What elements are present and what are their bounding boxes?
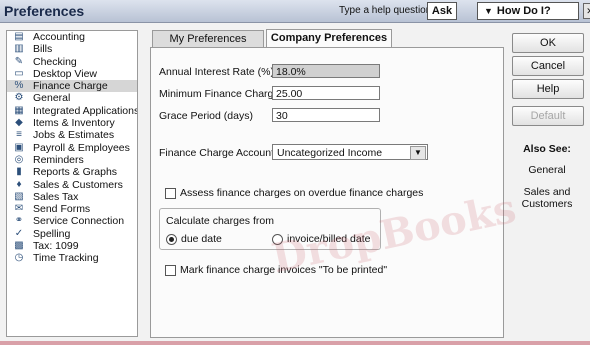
sidebar-item-sales-tax[interactable]: ▧ Sales Tax	[7, 191, 137, 203]
send-forms-icon: ✉	[14, 203, 24, 215]
sidebar-item-label: Spelling	[33, 227, 71, 240]
assess-finance-charges-label: Assess finance charges on overdue financ…	[180, 187, 424, 199]
sidebar-item-label: Time Tracking	[33, 252, 99, 265]
mark-to-be-printed-checkbox[interactable]	[165, 265, 176, 276]
sidebar-item-label: Integrated Applications	[33, 104, 138, 117]
grace-period-label: Grace Period (days)	[159, 110, 253, 122]
cancel-button[interactable]: Cancel	[512, 56, 584, 76]
reminders-icon: ◎	[14, 153, 24, 165]
annual-interest-rate-field[interactable]: 18.0%	[272, 64, 380, 78]
inventory-icon: ◆	[15, 117, 23, 129]
sidebar-item-label: Bills	[33, 43, 53, 56]
sidebar-item-accounting[interactable]: ▤ Accounting	[7, 31, 137, 43]
calculate-charges-label: Calculate charges from	[166, 215, 274, 227]
finance-charge-icon: %	[14, 80, 24, 92]
how-do-i-dropdown[interactable]: ▼ How Do I?	[477, 2, 579, 20]
help-button[interactable]: Help	[512, 79, 584, 99]
finance-charge-account-select[interactable]: Uncategorized Income ▼	[272, 144, 428, 160]
time-tracking-icon: ◷	[14, 252, 24, 264]
sidebar-item-time-tracking[interactable]: ◷ Time Tracking	[7, 252, 137, 264]
grace-period-field[interactable]: 30	[272, 108, 380, 122]
ok-button[interactable]: OK	[512, 33, 584, 53]
sidebar-item-items-inventory[interactable]: ◆ Items & Inventory	[7, 117, 137, 129]
sidebar-item-bills[interactable]: ▥ Bills	[7, 43, 137, 55]
sidebar-item-finance-charge[interactable]: % Finance Charge	[7, 80, 137, 93]
sidebar-item-reminders[interactable]: ◎ Reminders	[7, 154, 137, 166]
dropdown-arrow-icon: ▼	[484, 6, 493, 16]
sales-icon: ♦	[16, 178, 22, 190]
help-question-prompt: Type a help question	[339, 5, 432, 16]
sales-tax-icon: ▧	[14, 190, 24, 202]
tab-company-preferences[interactable]: Company Preferences	[266, 29, 392, 49]
payroll-icon: ▣	[14, 141, 24, 153]
sidebar-item-label: Sales Tax	[33, 190, 79, 203]
sidebar-item-label: Checking	[33, 55, 77, 68]
also-see-general-link[interactable]: General	[512, 164, 582, 176]
finance-charge-account-label: Finance Charge Account	[159, 147, 274, 159]
jobs-icon: ≡	[16, 129, 22, 141]
sidebar-item-send-forms[interactable]: ✉ Send Forms	[7, 203, 137, 215]
title-bar: Preferences Type a help question Ask ▼ Ho…	[0, 0, 590, 23]
sidebar-item-label: General	[33, 92, 71, 105]
due-date-label: due date	[181, 233, 222, 245]
preferences-category-list[interactable]: ▤ Accounting ▥ Bills ✎ Checking ▭ Desktop Vi…	[6, 30, 138, 337]
company-preferences-panel: Annual Interest Rate (%) 18.0% Minimum F…	[150, 47, 504, 338]
sidebar-item-spelling[interactable]: ✓ Spelling	[7, 228, 137, 240]
sidebar-item-tax-1099[interactable]: ▩ Tax: 1099	[7, 240, 137, 252]
sidebar-item-label: Tax: 1099	[33, 240, 79, 253]
sidebar-item-label: Items & Inventory	[33, 117, 115, 130]
also-see-sales-customers-link[interactable]: Sales and Customers	[512, 186, 582, 210]
sidebar-item-label: Finance Charge	[33, 80, 108, 93]
service-connection-icon: ⚭	[14, 215, 24, 227]
sidebar-item-desktop-view[interactable]: ▭ Desktop View	[7, 68, 137, 80]
sidebar-item-label: Sales & Customers	[33, 178, 123, 191]
sidebar-item-label: Payroll & Employees	[33, 141, 130, 154]
minimum-finance-charge-field[interactable]: 25.00	[272, 86, 380, 100]
sidebar-item-label: Jobs & Estimates	[33, 129, 115, 142]
sidebar-item-label: Service Connection	[33, 215, 125, 228]
sidebar-item-label: Reports & Graphs	[33, 166, 118, 179]
how-do-i-label: How Do I?	[496, 5, 551, 17]
default-button[interactable]: Default	[512, 106, 584, 126]
sidebar-item-payroll-employees[interactable]: ▣ Payroll & Employees	[7, 142, 137, 154]
checkbook-icon: ✎	[14, 55, 24, 67]
finance-charge-account-value: Uncategorized Income	[277, 147, 383, 159]
assess-finance-charges-checkbox[interactable]	[165, 188, 176, 199]
sidebar-item-label: Desktop View	[33, 67, 98, 80]
bottom-accent-bar	[0, 341, 590, 345]
sidebar-item-service-connection[interactable]: ⚭ Service Connection	[7, 215, 137, 227]
ask-button[interactable]: Ask	[427, 2, 457, 20]
desktop-icon: ▭	[14, 67, 24, 79]
reports-icon: ▮	[16, 166, 22, 178]
tax-1099-icon: ▩	[14, 240, 24, 252]
sidebar-item-jobs-estimates[interactable]: ≡ Jobs & Estimates	[7, 129, 137, 141]
ledger-icon: ▤	[14, 31, 24, 42]
close-icon[interactable]: ✕	[583, 3, 590, 19]
window-title: Preferences	[4, 3, 85, 19]
sidebar-item-label: Reminders	[33, 153, 84, 166]
general-icon: ⚙	[14, 92, 24, 104]
sidebar-item-label: Send Forms	[33, 203, 91, 216]
sidebar-item-reports-graphs[interactable]: ▮ Reports & Graphs	[7, 166, 137, 178]
sidebar-item-general[interactable]: ⚙ General	[7, 92, 137, 104]
minimum-finance-charge-label: Minimum Finance Charge	[159, 88, 280, 100]
chevron-down-icon[interactable]: ▼	[410, 146, 426, 160]
integrated-apps-icon: ▦	[14, 104, 24, 116]
bills-icon: ▥	[14, 43, 24, 55]
sidebar-item-sales-customers[interactable]: ♦ Sales & Customers	[7, 179, 137, 191]
tab-my-preferences[interactable]: My Preferences	[152, 30, 264, 48]
sidebar-item-label: Accounting	[33, 31, 85, 43]
sidebar-item-checking[interactable]: ✎ Checking	[7, 56, 137, 68]
sidebar-item-integrated-applications[interactable]: ▦ Integrated Applications	[7, 105, 137, 117]
spelling-icon: ✓	[14, 227, 24, 239]
also-see-heading: Also See:	[523, 143, 571, 155]
due-date-radio[interactable]	[166, 234, 177, 245]
annual-interest-rate-label: Annual Interest Rate (%)	[159, 66, 274, 78]
